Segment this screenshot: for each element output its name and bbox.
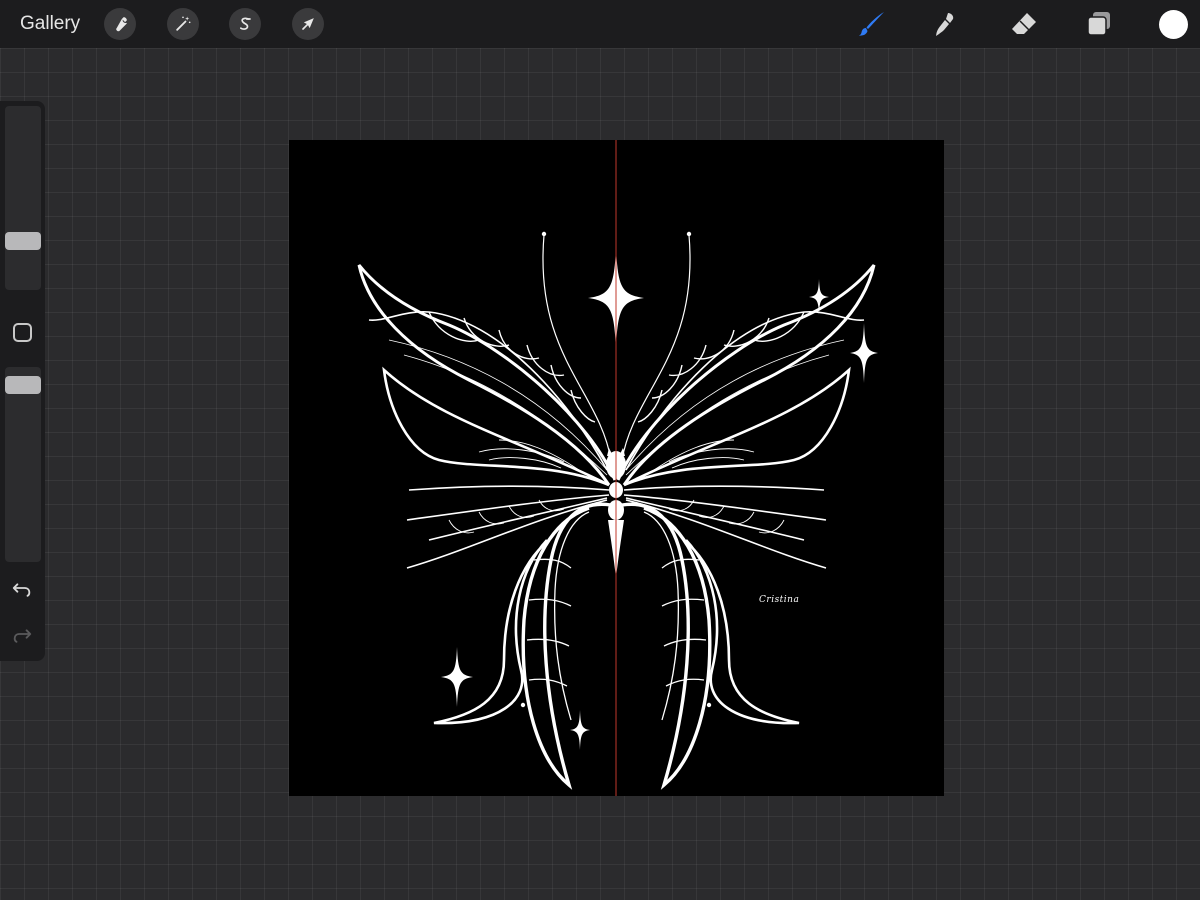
gallery-button[interactable]: Gallery: [20, 12, 80, 36]
opacity-thumb[interactable]: [5, 375, 41, 394]
eraser-icon: [1012, 13, 1036, 34]
selection-button[interactable]: [229, 8, 261, 40]
adjustments-button[interactable]: [167, 8, 199, 40]
smudge-icon: [936, 13, 954, 36]
layers-icon: [1087, 12, 1110, 36]
brush-size-slider[interactable]: [5, 106, 41, 290]
transform-button[interactable]: [292, 8, 324, 40]
wrench-icon: [116, 17, 127, 32]
color-picker-button[interactable]: [1159, 10, 1188, 39]
modify-button[interactable]: [13, 323, 32, 342]
eraser-tool-button[interactable]: [1007, 8, 1041, 40]
undo-icon[interactable]: [11, 577, 33, 599]
top-toolbar: Gallery: [0, 0, 1200, 48]
butterfly-artwork: [357, 140, 878, 796]
artist-signature: Cristina: [759, 595, 800, 605]
selection-s-icon: [240, 17, 251, 30]
brush-tool-button[interactable]: [855, 8, 889, 40]
brush-icon: [859, 12, 884, 36]
arrow-cursor-icon: [302, 18, 314, 30]
actions-button[interactable]: [104, 8, 136, 40]
layers-button[interactable]: [1082, 8, 1116, 40]
brush-size-thumb[interactable]: [5, 232, 41, 251]
magic-wand-icon: [176, 16, 191, 31]
smudge-tool-button[interactable]: [928, 8, 962, 40]
left-sidebar: [0, 101, 45, 661]
drawing-canvas[interactable]: Cristina: [289, 140, 944, 796]
opacity-slider[interactable]: [5, 367, 41, 562]
redo-icon[interactable]: [11, 623, 33, 645]
